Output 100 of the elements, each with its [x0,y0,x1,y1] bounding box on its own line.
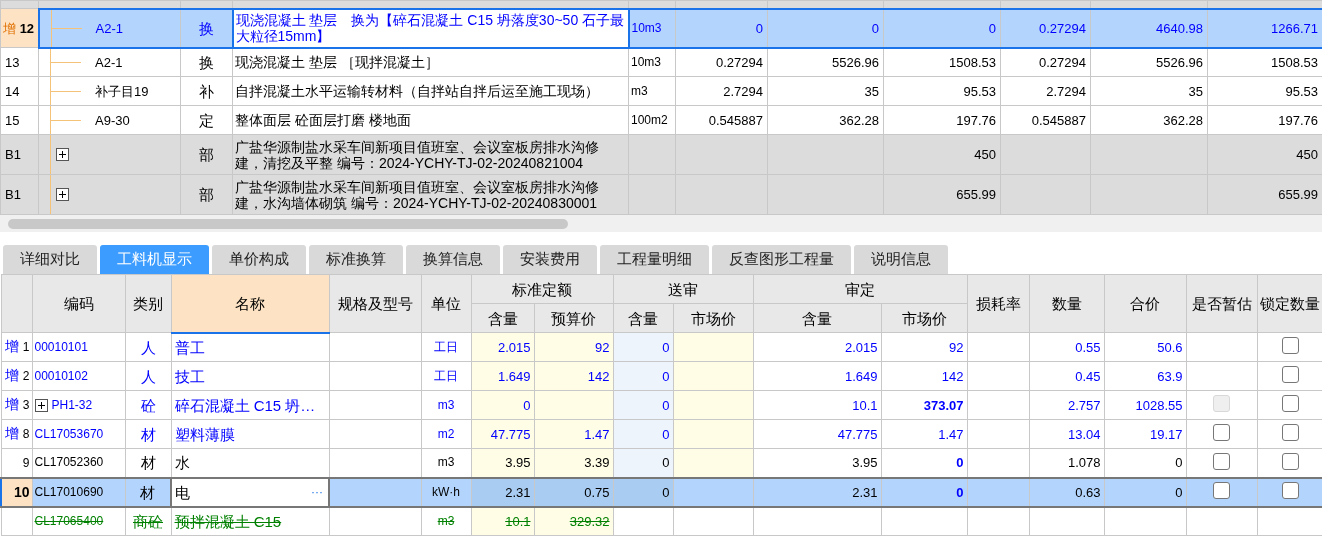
table-cell: 1266.71 [1271,20,1318,36]
checkbox[interactable] [1281,482,1299,499]
checkbox[interactable] [1213,482,1230,499]
column-header: 单位 [431,295,461,312]
table-cell: 换 [199,53,214,71]
column-header: 规格及型号 [337,295,413,312]
table-cell: 材 [140,425,156,443]
material-code: PH1-32 [51,397,93,413]
table-cell: 广盐华源制盐水采车间新项目值班室、会议室板房排水沟修建，水沟墙体砌筑 编号：2024-YCHY-TJ-02-20240830001 [235,178,599,211]
table-cell: 自拌混凝土水平运输转材料（自拌站自拌后运至施工现场） [235,83,599,99]
table-cell: 95.53 [963,83,996,99]
material-code: CL17053670 [34,426,104,442]
row-number: 13 [5,54,20,70]
row-tag: 增 [5,396,20,412]
table-cell: 现浇混凝土 垫层 换为【碎石混凝土 C15 坍落度30~50 石子最大粒径15mm】 [235,12,625,44]
table-cell: m3 [437,513,455,528]
checkbox[interactable] [1281,424,1299,441]
table-cell: 47.775 [837,426,878,442]
column-header: 预算价 [551,309,596,327]
column-header: 锁定数量 [1260,295,1320,312]
table-cell: 0.545887 [708,112,763,128]
column-header: 送审 [668,280,698,298]
column-header: 标准定额 [512,280,572,298]
table-cell: 2.7294 [723,83,763,99]
column-header: 审定 [845,280,875,298]
table-cell: 1028.55 [1135,397,1183,413]
table-cell: m2 [437,426,455,441]
column-header: 含量 [802,309,832,327]
expand-icon[interactable] [34,398,48,412]
material-name: 碎石混凝土 C15 坍… [174,397,316,413]
table-cell: 13.04 [1067,426,1101,442]
more-button[interactable]: ··· [309,484,325,500]
checkbox[interactable] [1281,452,1299,470]
table-cell: 450 [1296,147,1318,162]
row-number: 1 [22,340,30,354]
table-cell: 0 [662,339,670,355]
tab[interactable]: 工程量明细 [600,245,709,274]
tab[interactable]: 说明信息 [854,245,948,274]
table-cell: 工日 [434,339,458,354]
table-cell: 142 [941,368,964,384]
table-cell: 2.757 [1067,397,1101,413]
table-cell: 广盐华源制盐水采车间新项目值班室、会议室板房排水沟修建，清挖及平整 编号：2024-YCHY-TJ-02-20240821004 [235,138,599,171]
table-cell: 1.078 [1067,455,1101,471]
table-cell: 现浇混凝土 垫层 ［现拌混凝土］ [235,54,439,71]
table-cell: 0 [988,20,996,36]
table-cell: 5526.96 [1156,54,1203,70]
table-cell: 0.27294 [1039,20,1086,36]
tab[interactable]: 单价构成 [212,245,306,274]
table-cell: m3 [437,455,455,470]
table-cell: 10m3 [631,20,662,35]
table-cell: 0 [956,455,964,471]
table-cell: 197.76 [956,112,996,128]
checkbox[interactable] [1213,452,1230,470]
column-header: 编码 [63,295,94,312]
checkbox[interactable] [1281,337,1299,354]
table-cell: 0.55 [1075,339,1101,355]
table-cell: 95.53 [1285,83,1318,99]
material-code: CL17052360 [34,455,104,471]
horizontal-scrollbar[interactable] [0,215,1322,232]
table-cell: 4640.98 [1156,20,1203,36]
tab[interactable]: 标准换算 [309,245,403,274]
table-cell: 35 [1188,83,1203,99]
table-cell: 50.6 [1157,339,1183,355]
table-cell: 2.015 [844,339,878,355]
material-code: CL17010690 [34,484,104,500]
table-cell: 362.28 [839,112,879,128]
table-cell: 0.45 [1075,368,1101,384]
checkbox[interactable] [1281,395,1299,412]
table-cell: 0 [956,484,964,500]
material-name: 普工 [174,339,205,355]
material-code: CL17065400 [34,513,104,529]
column-header: 类别 [133,295,163,312]
column-header: 市场价 [690,309,736,327]
column-header: 损耗率 [975,295,1021,312]
table-cell: 材 [140,454,156,472]
table-cell: 1508.53 [949,54,996,70]
item-code: A2-1 [95,20,123,36]
expand-icon[interactable] [56,148,69,161]
checkbox[interactable] [1213,424,1230,441]
table-cell: 92 [595,339,610,355]
row-tag: 增 [5,367,20,383]
row-number: 8 [22,427,30,441]
row-number: 15 [5,112,20,128]
table-cell: 定 [199,111,214,129]
material-code: 00010101 [34,339,88,355]
table-cell: 0 [662,484,670,500]
table-cell: 砼 [140,396,156,414]
table-cell: 35 [864,83,879,99]
tab[interactable]: 反查图形工程量 [712,245,851,274]
table-cell: 0.545887 [1031,112,1086,128]
tab[interactable]: 安装费用 [503,245,597,274]
row-number: 12 [19,20,35,36]
column-header: 数量 [1051,295,1082,312]
checkbox[interactable] [1281,366,1299,383]
table-cell: 1.649 [497,368,531,384]
expand-icon[interactable] [56,188,69,201]
row-number: 9 [22,455,30,470]
row-number: B1 [5,187,21,202]
tab[interactable]: 换算信息 [406,245,500,274]
tab[interactable]: 详细对比 [3,245,97,274]
